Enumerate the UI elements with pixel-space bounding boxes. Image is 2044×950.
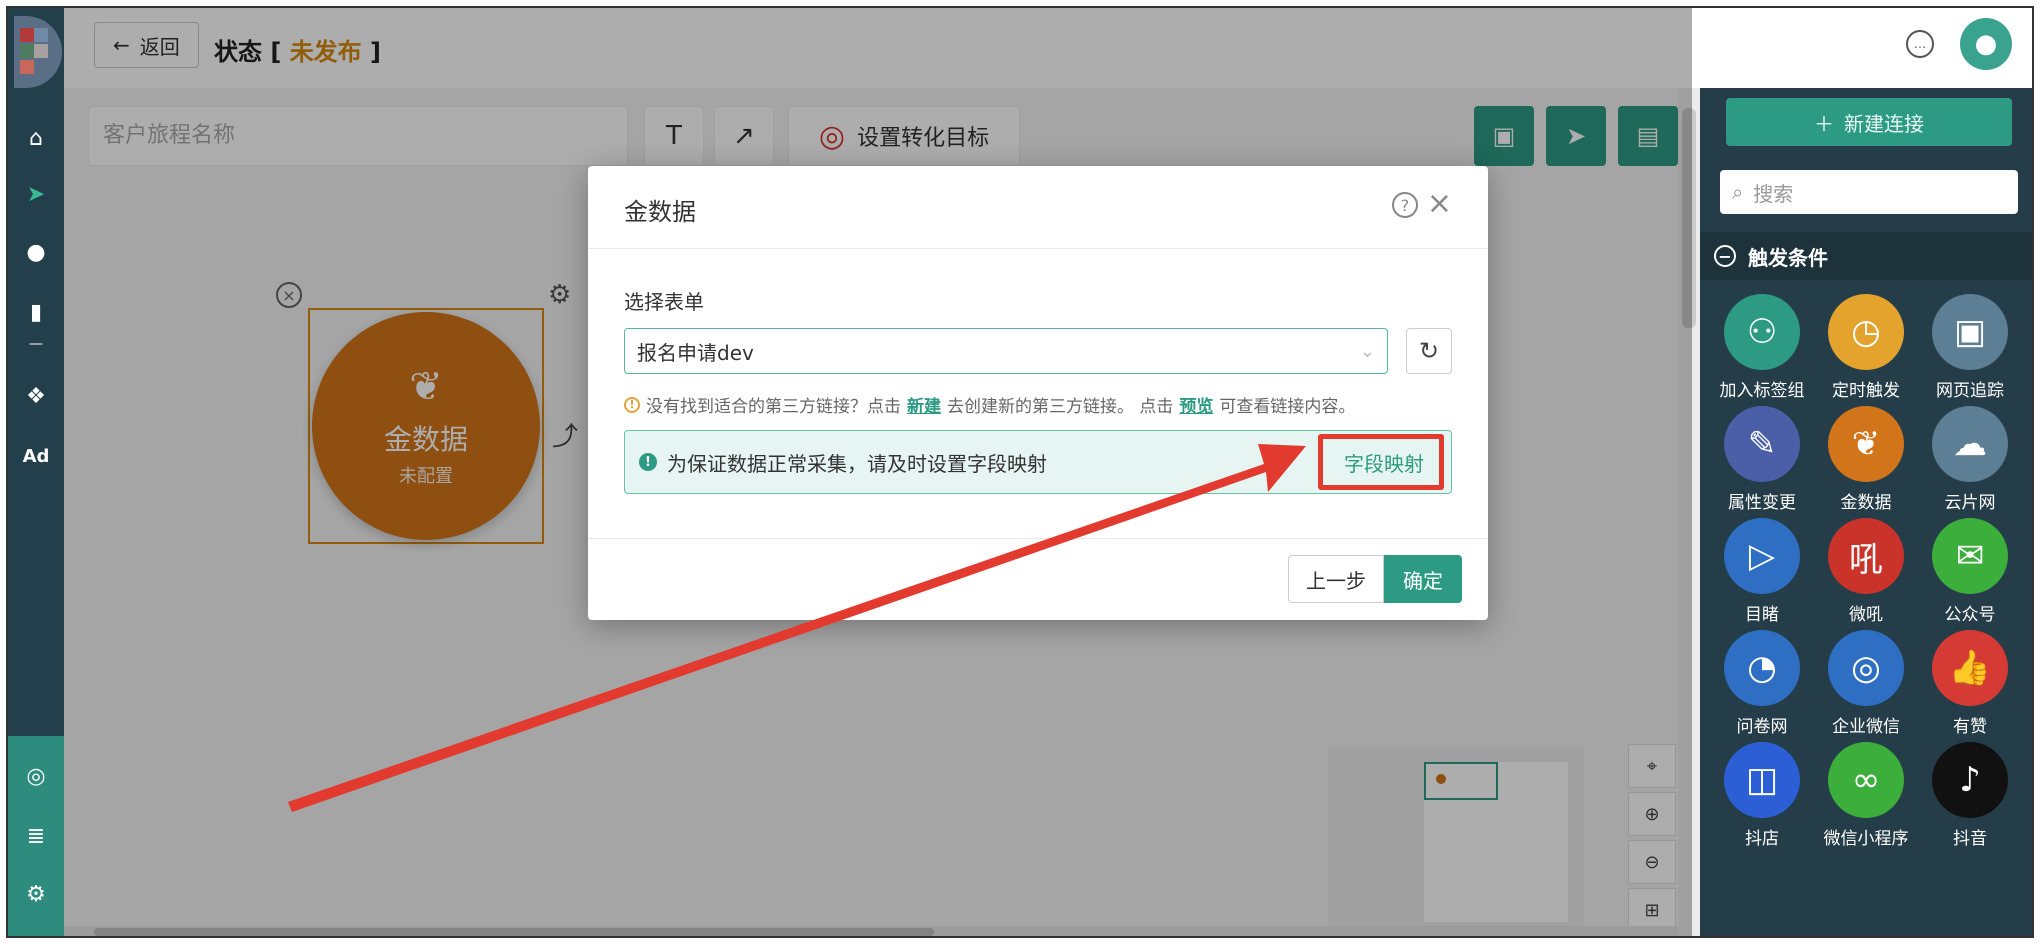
trigger-item[interactable]: ◫ 抖店	[1710, 742, 1814, 849]
trigger-grid: ⚇ 加入标签组 ◷ 定时触发 ▣ 网页追踪 ✎ 属性变更 ❦ 金数据 ☁ 云片网 ▷ 目睹吼微吼 ✉ 公众号 ◔…	[1710, 294, 2026, 849]
trigger-item[interactable]: 吼微吼	[1814, 518, 1918, 625]
new-link[interactable]: 新建	[907, 392, 941, 417]
info-text: 为保证数据正常采集，请及时设置字段映射	[667, 451, 1047, 476]
ad-icon[interactable]: Ad	[8, 436, 64, 476]
avatar[interactable]: ●	[1960, 18, 2012, 70]
trigger-item[interactable]: ▷ 目睹	[1710, 518, 1814, 625]
info-icon: !	[639, 453, 657, 471]
trigger-item-label: 金数据	[1840, 493, 1892, 513]
trigger-item[interactable]: ⚇ 加入标签组	[1710, 294, 1814, 401]
survey-icon: ◔	[1724, 630, 1800, 706]
hub-icon[interactable]: ◎	[8, 756, 64, 796]
trigger-item[interactable]: ✎ 属性变更	[1710, 406, 1814, 513]
trigger-item[interactable]: ♪ 抖音	[1918, 742, 2022, 849]
search-icon: ⌕	[1732, 180, 1744, 204]
trigger-item[interactable]: ◔ 问卷网	[1710, 630, 1814, 737]
confirm-button[interactable]: 确定	[1384, 555, 1462, 603]
hint-prefix: 没有找到适合的第三方链接？点击	[646, 397, 901, 417]
webpage-icon: ▣	[1932, 294, 2008, 370]
select-form-label: 选择表单	[624, 290, 704, 314]
refresh-button[interactable]: ↻	[1406, 328, 1452, 374]
clock-icon: ◷	[1828, 294, 1904, 370]
trigger-item-label: 目睹	[1745, 605, 1779, 625]
help-icon[interactable]: ?	[1392, 192, 1418, 218]
trigger-item-label: 云片网	[1944, 493, 1996, 513]
trigger-item[interactable]: ◷ 定时触发	[1814, 294, 1918, 401]
logo	[14, 16, 62, 88]
left-nav: ⌂ ➤ ● ▮ — ❖ Ad ◎ ≣ ⚙	[8, 8, 64, 936]
trigger-section-header[interactable]: − 触发条件	[1700, 232, 2032, 280]
chat-icon[interactable]: …	[1906, 30, 1934, 58]
divider: —	[29, 336, 43, 352]
trigger-item-label: 公众号	[1944, 605, 1996, 625]
vhall-icon: 吼	[1828, 518, 1904, 594]
trigger-item[interactable]: ∞ 微信小程序	[1814, 742, 1918, 849]
nav-bottom: ◎ ≣ ⚙	[8, 736, 64, 936]
server-icon[interactable]: ≣	[8, 816, 64, 856]
doudian-icon: ◫	[1724, 742, 1800, 818]
highlight-box	[1318, 434, 1444, 490]
trigger-item[interactable]: ▣ 网页追踪	[1918, 294, 2022, 401]
close-icon[interactable]: ×	[1427, 186, 1452, 221]
chevron-down-icon: ⌄	[1359, 340, 1375, 362]
chart-icon[interactable]: ▮	[8, 292, 64, 332]
modal-header: 金数据 ? ×	[588, 166, 1488, 249]
trigger-item-label: 定时触发	[1832, 381, 1900, 401]
user-add-icon: ⚇	[1724, 294, 1800, 370]
trigger-item[interactable]: ◎ 企业微信	[1814, 630, 1918, 737]
edit-icon: ✎	[1724, 406, 1800, 482]
new-connection-button[interactable]: ＋ 新建连接	[1726, 98, 2012, 146]
hint-middle: 去创建新的第三方链接。 点击	[947, 397, 1174, 417]
wechat-nav-icon[interactable]: ❖	[8, 376, 64, 416]
play-icon: ▷	[1724, 518, 1800, 594]
send-icon[interactable]: ➤	[8, 174, 64, 214]
top-right: … ●	[1906, 18, 2012, 70]
jinshuju-modal: 金数据 ? × 选择表单 报名申请dev ⌄ ↻ ! 没有找到适合的第三方链接？…	[588, 166, 1488, 620]
section-title: 触发条件	[1748, 245, 1828, 270]
trigger-item-label: 属性变更	[1728, 493, 1796, 513]
trigger-item-label: 加入标签组	[1719, 381, 1805, 401]
modal-title: 金数据	[624, 198, 696, 226]
trigger-item[interactable]: 👍 有赞	[1918, 630, 2022, 737]
trigger-item[interactable]: ☁ 云片网	[1918, 406, 2022, 513]
sprout-icon: ❦	[1828, 406, 1904, 482]
plus-icon: ＋	[1814, 111, 1834, 136]
modal-footer: 上一步 确定	[588, 538, 1488, 621]
trigger-item-label: 抖店	[1745, 829, 1779, 849]
tiktok-icon: ♪	[1932, 742, 2008, 818]
work-wechat-icon: ◎	[1828, 630, 1904, 706]
form-select[interactable]: 报名申请dev ⌄	[624, 328, 1388, 374]
collapse-icon: −	[1714, 245, 1736, 267]
trigger-item-label: 抖音	[1953, 829, 1987, 849]
trigger-item-label: 微吼	[1849, 605, 1883, 625]
prev-step-button[interactable]: 上一步	[1288, 555, 1384, 603]
refresh-icon: ↻	[1418, 337, 1440, 365]
trigger-item[interactable]: ❦ 金数据	[1814, 406, 1918, 513]
new-connection-label: 新建连接	[1844, 111, 1924, 136]
cloud-icon: ☁	[1932, 406, 2008, 482]
hint-suffix: 可查看链接内容。	[1219, 397, 1356, 417]
search-placeholder: 搜索	[1753, 181, 1794, 206]
warning-icon: !	[624, 396, 640, 413]
trigger-item-label: 有赞	[1953, 717, 1987, 737]
right-panel: ＋ 新建连接 ⌕ 搜索 − 触发条件 ⚇ 加入标签组 ◷ 定时触发 ▣ 网页追踪 ✎ 属性变更…	[1700, 88, 2032, 936]
miniprogram-icon: ∞	[1828, 742, 1904, 818]
preview-link[interactable]: 预览	[1179, 392, 1213, 417]
user-icon[interactable]: ●	[8, 232, 64, 272]
thumb-icon: 👍	[1932, 630, 2008, 706]
wechat-icon: ✉	[1932, 518, 2008, 594]
trigger-item-label: 网页追踪	[1936, 381, 2004, 401]
trigger-item-label: 企业微信	[1832, 717, 1900, 737]
form-select-value: 报名申请dev	[637, 340, 754, 365]
trigger-item-label: 微信小程序	[1823, 829, 1909, 849]
search-input[interactable]: ⌕ 搜索	[1720, 170, 2018, 214]
home-icon[interactable]: ⌂	[8, 118, 64, 158]
trigger-item-label: 问卷网	[1736, 717, 1788, 737]
app-window: ⌂ ➤ ● ▮ — ❖ Ad ◎ ≣ ⚙ ← 返回 状态 [ 未发布 ] … ●…	[6, 6, 2034, 938]
hint-text: ! 没有找到适合的第三方链接？点击 新建 去创建新的第三方链接。 点击 预览 可…	[624, 392, 1355, 417]
settings-icon[interactable]: ⚙	[8, 874, 64, 914]
trigger-item[interactable]: ✉ 公众号	[1918, 518, 2022, 625]
